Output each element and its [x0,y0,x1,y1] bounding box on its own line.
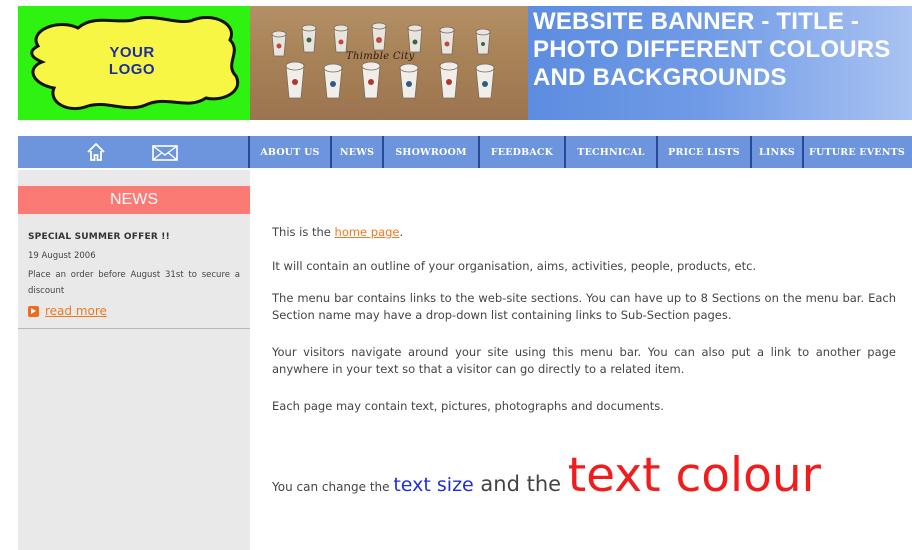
home-page-link[interactable]: home page [335,225,400,239]
menu-item-technical[interactable]: TECHNICAL [564,136,656,168]
menu-item-price-lists[interactable]: PRICE LISTS [656,136,750,168]
intro-paragraph: This is the home page. [272,224,403,241]
menu-item-links[interactable]: LINKS [750,136,802,168]
thimbles-photo-icon [271,22,495,99]
menu-bar-paragraph: The menu bar contains links to the web-s… [272,291,896,322]
menu-item-about-us[interactable]: ABOUT US [248,136,330,168]
text-size-demo: You can change the text size and the tex… [272,448,896,503]
read-more-label[interactable]: read more [45,304,107,318]
menu-item-future-events[interactable]: FUTURE EVENTS [802,136,910,168]
menu-item-showroom[interactable]: SHOWROOM [382,136,478,168]
navigation-paragraph: Your visitors navigate around your site … [272,345,896,376]
banner-title: WEBSITE BANNER - TITLE - PHOTO DIFFERENT… [533,8,891,91]
site-logo[interactable]: YOUR LOGO [18,6,250,120]
size-demo-part3: and the [473,472,568,496]
mail-icon[interactable] [152,145,178,165]
home-icon[interactable] [86,142,106,166]
menu-items: ABOUT US NEWS SHOWROOM FEEDBACK TECHNICA… [248,136,910,168]
read-more-link[interactable]: read more [28,304,107,318]
news-item-date: 19 August 2006 [28,251,96,261]
size-demo-part1: You can change the [272,480,394,494]
logo-text: YOUR LOGO [108,44,156,78]
size-demo-part4: text colour [567,448,821,503]
menu-item-feedback[interactable]: FEEDBACK [478,136,564,168]
news-item-title: SPECIAL SUMMER OFFER !! [28,232,170,242]
menu-bar: ABOUT US NEWS SHOWROOM FEEDBACK TECHNICA… [18,134,912,168]
arrow-bullet-icon [28,305,39,317]
sidebar-divider [18,328,250,329]
news-item-body: Place an order before August 31st to sec… [28,270,240,296]
page-contents-paragraph: Each page may contain text, pictures, ph… [272,399,664,413]
menu-item-news[interactable]: NEWS [330,136,382,168]
header-photo: Thimble City [250,6,528,120]
site-header: YOUR LOGO Thimble City WEBSITE BANNER - … [18,6,912,120]
size-demo-part2: text size [393,474,474,496]
intro-suffix: . [399,225,404,239]
news-header: NEWS [18,186,250,214]
photo-caption: Thimble City [346,51,415,62]
menu-icons [18,136,248,168]
sidebar: NEWS SPECIAL SUMMER OFFER !! 19 August 2… [18,170,250,550]
outline-paragraph: It will contain an outline of your organ… [272,259,757,273]
banner: WEBSITE BANNER - TITLE - PHOTO DIFFERENT… [528,6,912,120]
intro-text: This is the [272,225,335,239]
